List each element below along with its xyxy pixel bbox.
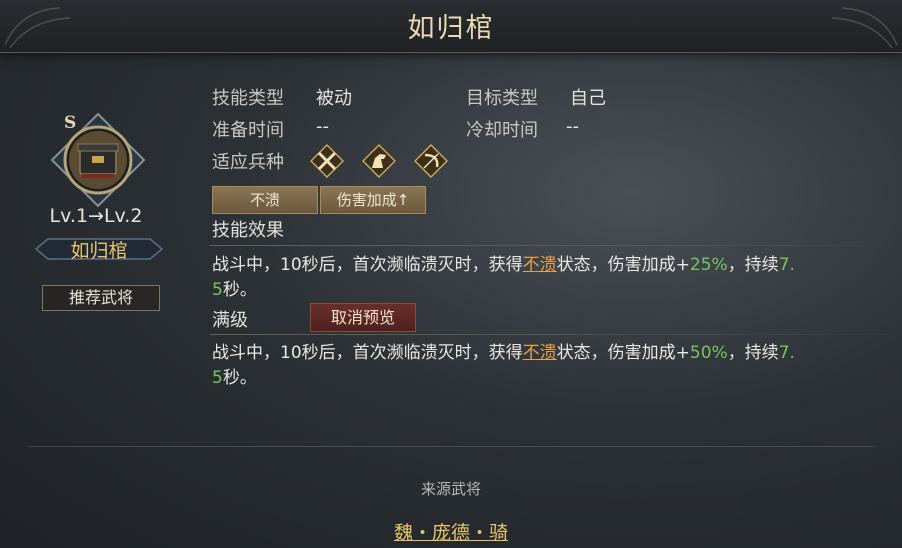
crossed-swords-icon	[310, 144, 344, 178]
skill-name: 如归棺	[70, 240, 128, 262]
prep-time-value: --	[316, 116, 329, 137]
cooldown-value: --	[566, 116, 579, 137]
bow-icon	[414, 144, 448, 178]
skill-name-bar: 如归棺	[34, 234, 164, 264]
status-link[interactable]: 不溃	[523, 255, 557, 275]
horse-icon	[362, 144, 396, 178]
cancel-preview-button[interactable]: 取消预览	[310, 303, 416, 332]
source-general-label: 来源武将	[420, 480, 481, 498]
skill-type-value: 被动	[316, 88, 352, 109]
skill-type-label: 技能类型	[212, 88, 284, 109]
title-bar: 如归棺	[0, 0, 902, 53]
page-title: 如归棺	[407, 13, 495, 44]
level-text: Lv.1→Lv.2	[49, 205, 143, 227]
source-general-link[interactable]: 魏・庞德・骑	[394, 522, 508, 544]
grade-badge: S	[64, 113, 77, 133]
troop-type-label: 适应兵种	[212, 152, 284, 173]
target-type-label: 目标类型	[466, 88, 538, 109]
source-general: 魏・庞德・骑	[0, 518, 902, 545]
status-link[interactable]: 不溃	[523, 343, 557, 363]
divider	[210, 245, 890, 246]
recommend-general-button[interactable]: 推荐武将	[42, 285, 160, 311]
section-divider	[28, 446, 874, 447]
effect-description: 战斗中，10秒后，首次濒临溃灭时，获得不溃状态，伤害加成+25%，持续7. 5秒。	[212, 255, 795, 300]
max-effect-description: 战斗中，10秒后，首次濒临溃灭时，获得不溃状态，伤害加成+50%，持续7. 5秒。	[212, 343, 795, 388]
tag-unbreakable[interactable]: 不溃	[212, 186, 318, 214]
divider	[210, 334, 890, 335]
prep-time-label: 准备时间	[212, 120, 284, 141]
tag-damage-boost[interactable]: 伤害加成↑	[320, 186, 426, 214]
effect-label: 技能效果	[212, 220, 284, 241]
ornament-icon	[831, 7, 898, 49]
cooldown-label: 冷却时间	[466, 120, 538, 141]
target-type-value: 自己	[570, 88, 606, 109]
max-level-label: 满级	[212, 310, 248, 331]
